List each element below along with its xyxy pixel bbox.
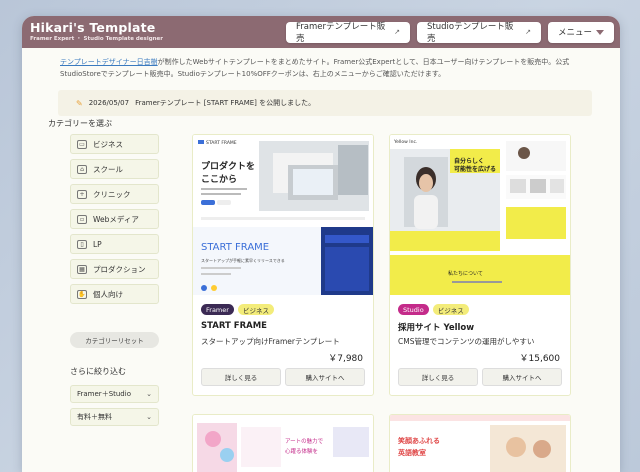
card-price: ￥7,980 [328, 354, 363, 364]
category-tag: ビジネス [237, 304, 274, 315]
art-preview: アートの魅力で 心躍る体験を [193, 415, 373, 472]
stethoscope-icon: + [77, 189, 87, 199]
studio-templates-button[interactable]: Studioテンプレート販売 ↗ [417, 21, 541, 44]
chevron-down-icon: ⌄ [146, 413, 152, 421]
page-icon: ▯ [77, 239, 87, 249]
english-school-preview: 笑顔あふれる 英語教室 [390, 415, 570, 472]
top-nav: Framerテンプレート販売 ↗ Studioテンプレート販売 ↗ メニュー [286, 21, 614, 44]
framer-templates-button[interactable]: Framerテンプレート販売 ↗ [286, 21, 410, 44]
category-label: ビジネス [93, 139, 123, 149]
thumb-headline2: 可能性を広げる [454, 165, 496, 173]
hand-icon: ✋ [77, 289, 87, 299]
browser-window: Hikari's Template Framer Expert ・ Studio… [22, 16, 620, 472]
framer-templates-label: Framerテンプレート販売 [296, 22, 386, 44]
card-description: CMS管理でコンテンツの運用がしやすい [398, 337, 535, 346]
tag-list: Framer ビジネス [201, 304, 274, 315]
notice-date: 2026/05/07 [88, 99, 130, 107]
chevron-down-icon: ⌄ [146, 390, 152, 398]
tag-list: Studio ビジネス [398, 304, 469, 315]
price-filter-select[interactable]: 有料＋無料 ⌄ [70, 408, 159, 426]
category-label: プロダクション [93, 264, 146, 274]
thumb-sub: スタートアップが手軽に素早くリリースできる [201, 257, 285, 263]
brand-title: Hikari's Template [30, 20, 156, 35]
start-frame-preview: START FRAME プロダクトを ここから START FRAME スタート… [193, 135, 373, 295]
card-description: スタートアップ向けFramerテンプレート [201, 337, 340, 346]
lower-card-text1: アートの魅力で [285, 437, 324, 445]
category-clinic[interactable]: + クリニック [70, 184, 159, 204]
thumb-footer: 私たちについて [448, 270, 483, 277]
category-title: カテゴリーを選ぶ [48, 119, 112, 128]
thumb-headline2: ここから [201, 174, 237, 185]
lower-card-text2: 英語教室 [397, 448, 426, 457]
category-lp[interactable]: ▯ LP [70, 234, 159, 254]
category-list: ▭ ビジネス ⌂ スクール + クリニック ▫ Webメディア ▯ LP ▦ プロダクション… [70, 134, 159, 309]
lower-card-text1: 笑顔あふれる [398, 436, 440, 445]
yellow-preview: Yellow Inc. 自分らしく 可能性を広げる 私たちについて [390, 135, 570, 295]
template-card[interactable]: START FRAME プロダクトを ここから START FRAME スタート… [192, 134, 374, 396]
category-school[interactable]: ⌂ スクール [70, 159, 159, 179]
caret-down-icon [596, 29, 604, 35]
price-filter-value: 有料＋無料 [77, 413, 112, 421]
details-button[interactable]: 詳しく見る [398, 368, 478, 386]
intro-text: テンプレートデザイナー日吉樹が制作したWebサイトテンプレートをまとめたサイト。… [60, 56, 590, 80]
filter-title: さらに絞り込む [70, 367, 126, 376]
studio-templates-label: Studioテンプレート販売 [427, 22, 514, 44]
external-link-icon: ↗ [525, 28, 531, 36]
lower-card-text2: 心躍る体験を [285, 447, 318, 455]
category-web-media[interactable]: ▫ Webメディア [70, 209, 159, 229]
category-production[interactable]: ▦ プロダクション [70, 259, 159, 279]
card-price: ￥15,600 [519, 354, 561, 364]
buy-button[interactable]: 購入サイトへ [482, 368, 562, 386]
notice-icon: ✎ [76, 98, 83, 108]
card-title: 採用サイト Yellow [398, 323, 475, 333]
header: Hikari's Template Framer Expert ・ Studio… [22, 16, 620, 48]
thumb-brand: Yellow Inc. [393, 139, 417, 145]
platform-filter-select[interactable]: Framer＋Studio ⌄ [70, 385, 159, 403]
thumb-headline1: 自分らしく [454, 157, 484, 165]
school-icon: ⌂ [77, 164, 87, 174]
category-label: クリニック [93, 189, 131, 199]
buy-button[interactable]: 購入サイトへ [285, 368, 365, 386]
image-icon: ▫ [77, 214, 87, 224]
thumb-brand: START FRAME [206, 140, 237, 146]
platform-tag: Studio [398, 304, 429, 315]
template-thumbnail[interactable]: START FRAME プロダクトを ここから START FRAME スタート… [193, 135, 373, 295]
category-label: スクール [93, 164, 123, 174]
notice-text[interactable]: Framerテンプレート [START FRAME] を公開しました。 [135, 98, 315, 108]
template-card[interactable]: アートの魅力で 心躍る体験を [192, 414, 374, 472]
menu-label: メニュー [558, 28, 593, 38]
platform-tag: Framer [201, 304, 234, 315]
brand-subtitle: Framer Expert ・ Studio Template designer [30, 35, 163, 42]
designer-link[interactable]: テンプレートデザイナー日吉樹 [60, 58, 158, 66]
category-personal[interactable]: ✋ 個人向け [70, 284, 159, 304]
details-button[interactable]: 詳しく見る [201, 368, 281, 386]
platform-filter-value: Framer＋Studio [77, 390, 131, 398]
category-reset-button[interactable]: カテゴリーリセット [70, 332, 159, 348]
template-card[interactable]: 笑顔あふれる 英語教室 [389, 414, 571, 472]
thumb-big-title: START FRAME [201, 242, 269, 253]
film-icon: ▦ [77, 264, 87, 274]
briefcase-icon: ▭ [77, 139, 87, 149]
news-notice: ✎ 2026/05/07 Framerテンプレート [START FRAME] … [58, 90, 592, 116]
card-actions: 詳しく見る 購入サイトへ [398, 368, 562, 386]
category-label: LP [93, 239, 102, 249]
card-title: START FRAME [201, 321, 267, 331]
external-link-icon: ↗ [394, 28, 400, 36]
thumb-headline1: プロダクトを [201, 160, 255, 172]
category-label: Webメディア [93, 214, 139, 224]
template-card[interactable]: Yellow Inc. 自分らしく 可能性を広げる 私たちについて Studio… [389, 134, 571, 396]
category-tag: ビジネス [432, 304, 469, 315]
category-business[interactable]: ▭ ビジネス [70, 134, 159, 154]
site-logo[interactable]: Hikari's Template Framer Expert ・ Studio… [30, 20, 163, 42]
menu-button[interactable]: メニュー [548, 21, 614, 43]
template-thumbnail[interactable]: Yellow Inc. 自分らしく 可能性を広げる 私たちについて [390, 135, 570, 295]
card-actions: 詳しく見る 購入サイトへ [201, 368, 365, 386]
category-label: 個人向け [93, 289, 123, 299]
